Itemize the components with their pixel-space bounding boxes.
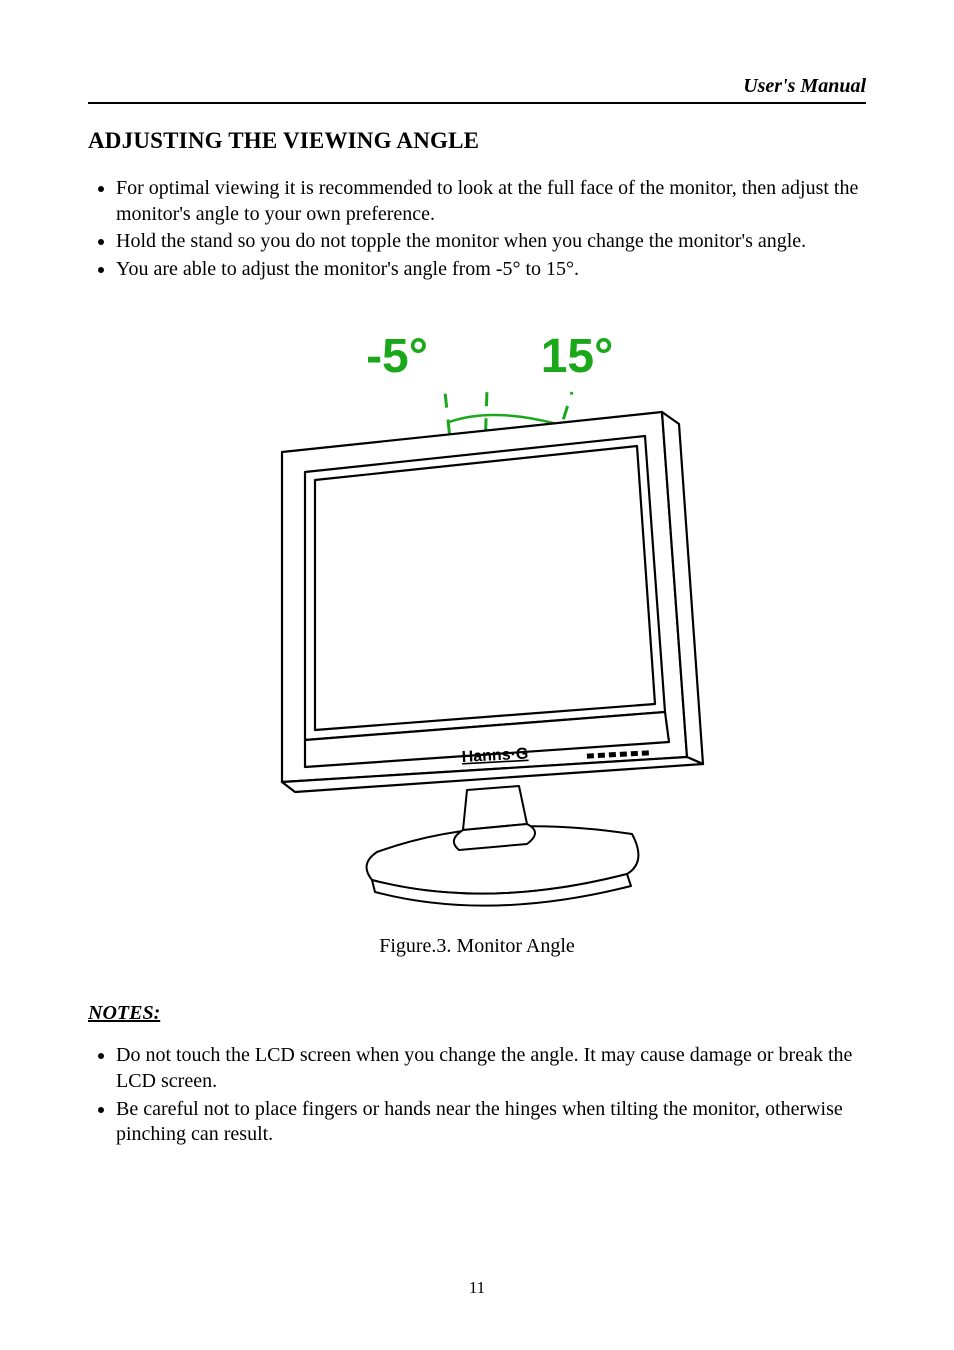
page: User's Manual ADJUSTING THE VIEWING ANGL… [0,0,954,1350]
section-title: ADJUSTING THE VIEWING ANGLE [88,128,866,154]
header-rule [88,102,866,104]
intro-bullet: For optimal viewing it is recommended to… [116,176,866,227]
monitor-stand [367,786,639,906]
intro-bullet: Hold the stand so you do not topple the … [116,229,866,255]
header-label: User's Manual [88,75,866,98]
intro-bullet-list: For optimal viewing it is recommended to… [88,176,866,282]
notes-heading: NOTES: [88,1002,866,1025]
intro-bullet: You are able to adjust the monitor's ang… [116,257,866,283]
notes-bullet: Be careful not to place fingers or hands… [116,1097,866,1148]
figure-caption: Figure.3. Monitor Angle [88,935,866,958]
notes-bullet-list: Do not touch the LCD screen when you cha… [88,1043,866,1147]
angle-right-label: 15° [541,330,614,383]
page-number: 11 [0,1278,954,1298]
monitor-angle-diagram: -5° 15° [227,312,727,912]
angle-left-label: -5° [366,330,428,383]
monitor-body [282,412,703,792]
monitor-brand-label: Hanns·G [461,746,528,766]
notes-bullet: Do not touch the LCD screen when you cha… [116,1043,866,1094]
figure-caption-prefix: Figure.3. [379,935,451,957]
figure: -5° 15° [88,312,866,958]
figure-caption-text: Monitor Angle [456,935,574,957]
